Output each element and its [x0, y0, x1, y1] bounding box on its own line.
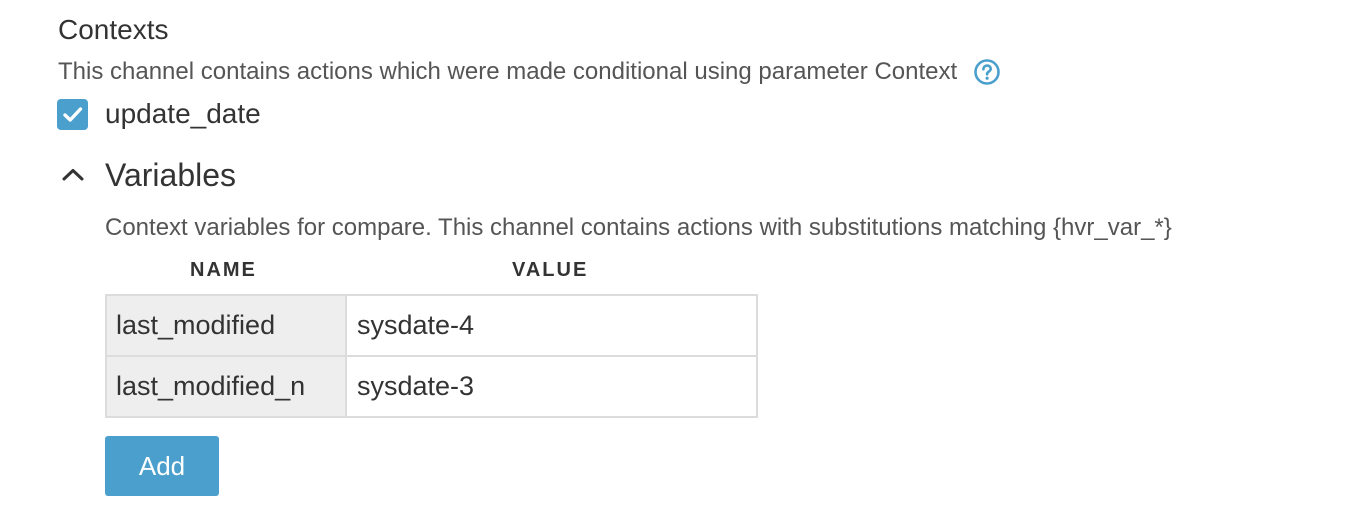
variable-value-cell[interactable]: sysdate-4 — [345, 294, 758, 357]
checkmark-icon — [63, 106, 83, 122]
table-row: last_modified sysdate-4 — [105, 294, 758, 357]
context-item-update-date[interactable]: update_date — [57, 96, 261, 132]
add-variable-button[interactable]: Add — [105, 436, 219, 496]
table-row: last_modified_n sysdate-3 — [105, 355, 758, 418]
variables-toggle[interactable]: Variables — [58, 155, 236, 195]
question-circle-icon[interactable] — [973, 58, 1001, 86]
contexts-panel: Contexts This channel contains actions w… — [0, 0, 1368, 524]
variable-value-cell[interactable]: sysdate-3 — [345, 355, 758, 418]
column-header-name: NAME — [190, 259, 257, 281]
variables-table: last_modified sysdate-4 last_modified_n … — [105, 294, 758, 418]
variables-description: Context variables for compare. This chan… — [105, 214, 1172, 241]
update-date-checkbox[interactable] — [57, 98, 88, 130]
variable-name-cell[interactable]: last_modified — [105, 294, 347, 357]
update-date-label: update_date — [105, 98, 261, 129]
column-header-value: VALUE — [512, 259, 589, 281]
variables-label: Variables — [105, 156, 237, 193]
chevron-up-icon — [58, 160, 88, 190]
contexts-title: Contexts — [58, 14, 169, 45]
contexts-description: This channel contains actions which were… — [58, 58, 958, 85]
variable-name-cell[interactable]: last_modified_n — [105, 355, 347, 418]
contexts-description-row: This channel contains actions which were… — [58, 55, 1001, 89]
